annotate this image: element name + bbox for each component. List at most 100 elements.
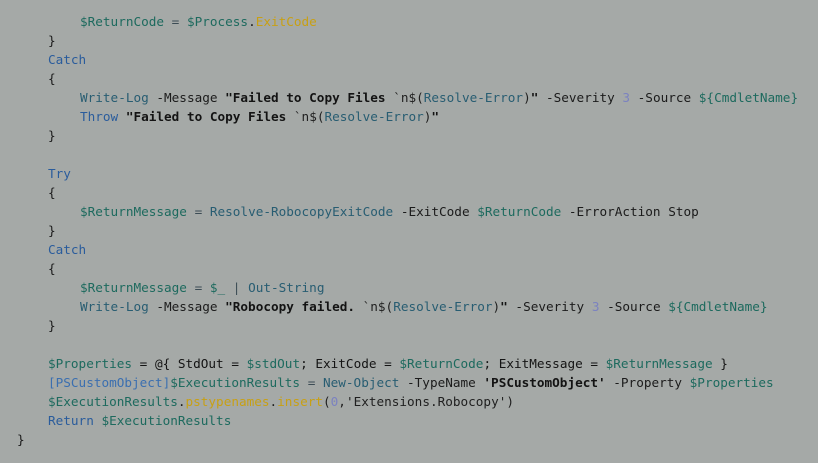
- code-line[interactable]: {: [48, 69, 56, 88]
- code-token-brace: }: [17, 432, 25, 447]
- code-token-cmd: Out-String: [248, 280, 325, 295]
- code-token-punc: ,: [338, 394, 346, 409]
- code-token-param: -TypeName: [399, 375, 484, 390]
- code-token-str: ": [500, 299, 508, 314]
- code-token-strl: `n: [293, 109, 310, 124]
- code-token-param: -ExitCode: [393, 204, 478, 219]
- code-token-cmd: Write-Log: [80, 299, 149, 314]
- code-token-strl: `n: [362, 299, 378, 314]
- code-token-kw: Catch: [48, 242, 87, 257]
- code-token-param: -Message: [148, 90, 226, 105]
- code-token-num: 3: [622, 90, 631, 105]
- code-line[interactable]: }: [48, 126, 56, 145]
- code-token-cmd: New-Object: [323, 375, 400, 390]
- code-token-param: -Severity: [507, 299, 592, 314]
- code-token-cmd: Write-Log: [80, 90, 149, 105]
- code-token-punc: $(: [377, 299, 394, 314]
- code-token-punc: ): [523, 90, 531, 105]
- code-token-var: }: [790, 90, 799, 105]
- code-token-var: $ReturnMessage: [605, 356, 713, 371]
- code-token-prop: pstypenames: [185, 394, 270, 409]
- code-token-cmd: Resolve-RobocopyExitCode: [209, 204, 394, 219]
- code-line[interactable]: }: [48, 316, 56, 335]
- code-line[interactable]: {: [48, 259, 56, 278]
- code-token-punc: ): [506, 394, 514, 409]
- code-token-strl: `n: [393, 90, 409, 105]
- code-line[interactable]: $Properties = @{ StdOut = $stdOut; ExitC…: [48, 354, 728, 373]
- code-token-str: "Failed to Copy Files: [125, 109, 294, 124]
- code-line[interactable]: $ExecutionResults.pstypenames.insert(0,'…: [48, 392, 514, 411]
- code-token-kw: Catch: [48, 52, 87, 67]
- code-token-var: CmdletName: [714, 90, 791, 105]
- code-token-kw: Throw: [80, 109, 119, 124]
- code-line[interactable]: [PSCustomObject]$ExecutionResults = New-…: [48, 373, 774, 392]
- code-line[interactable]: }: [17, 430, 25, 449]
- code-token-kw: Try: [48, 166, 71, 181]
- code-token-var: ${: [668, 299, 684, 314]
- code-token-var: $ReturnCode: [399, 356, 484, 371]
- code-token-var: $ReturnMessage: [80, 280, 187, 295]
- code-line[interactable]: $ReturnMessage = Resolve-RobocopyExitCod…: [80, 202, 699, 221]
- code-token-brace: }: [48, 128, 56, 143]
- code-token-var: $ReturnMessage: [80, 204, 187, 219]
- code-token-brace: }: [48, 223, 56, 238]
- code-line[interactable]: Catch: [48, 50, 86, 69]
- code-line[interactable]: $ReturnMessage = $_ | Out-String: [80, 278, 324, 297]
- code-token-brace: {: [48, 261, 56, 276]
- code-token-str: 'PSCustomObject': [483, 375, 606, 390]
- code-token-op: =: [300, 375, 323, 390]
- code-token-brace: }: [48, 318, 56, 333]
- code-token-punc: $(: [408, 90, 424, 105]
- code-token-plain: = @{ StdOut =: [132, 356, 247, 371]
- code-token-str: "Failed to Copy Files: [225, 90, 394, 105]
- code-token-var: $Process: [186, 14, 249, 29]
- code-token-var: $Properties: [689, 375, 774, 390]
- code-token-param: -Source: [599, 299, 669, 314]
- code-line[interactable]: Return $ExecutionResults: [48, 411, 231, 430]
- code-token-var: ${: [698, 90, 715, 105]
- code-token-cmd: Resolve-Error: [324, 109, 424, 124]
- code-token-plain: ; ExitCode =: [300, 356, 400, 371]
- code-token-param: -Source: [630, 90, 699, 105]
- code-token-cmd: Resolve-Error: [393, 299, 493, 314]
- code-line[interactable]: Write-Log -Message "Failed to Copy Files…: [80, 88, 798, 107]
- code-token-var: $ReturnCode: [477, 204, 562, 219]
- code-token-cmd: Resolve-Error: [423, 90, 524, 105]
- code-token-var: $ExecutionResults: [170, 375, 301, 390]
- code-token-var: CmdletName: [683, 299, 760, 314]
- code-token-plain: }: [712, 356, 728, 371]
- code-token-var: $Properties: [48, 356, 133, 371]
- code-token-var: $ExecutionResults: [101, 413, 232, 428]
- code-line[interactable]: {: [48, 183, 56, 202]
- code-token-var: $_: [209, 280, 226, 295]
- code-token-punc: .: [177, 394, 186, 409]
- code-token-op: |: [225, 280, 249, 295]
- code-line[interactable]: Write-Log -Message "Robocopy failed. `n$…: [80, 297, 768, 316]
- code-token-param: -Property: [605, 375, 690, 390]
- code-token-prop: insert: [277, 394, 324, 409]
- code-token-brace: {: [48, 185, 56, 200]
- code-token-var: }: [759, 299, 768, 314]
- code-token-punc: (: [323, 394, 331, 409]
- code-token-var: $ExecutionResults: [48, 394, 178, 409]
- code-token-var: $ReturnCode: [80, 14, 165, 29]
- code-token-punc: .: [248, 14, 256, 29]
- code-line[interactable]: $ReturnCode = $Process.ExitCode: [80, 12, 317, 31]
- code-token-brace: {: [48, 71, 56, 86]
- code-line[interactable]: Throw "Failed to Copy Files `n$(Resolve-…: [80, 107, 439, 126]
- code-line[interactable]: Try: [48, 164, 71, 183]
- code-token-plain: ; ExitMessage =: [483, 356, 606, 371]
- code-token-str: ": [431, 109, 440, 124]
- code-line[interactable]: Catch: [48, 240, 86, 259]
- code-token-op: =: [186, 204, 210, 219]
- code-token-param: -ErrorAction Stop: [561, 204, 699, 219]
- code-token-type: [PSCustomObject]: [48, 375, 171, 390]
- code-token-param: -Message: [148, 299, 226, 314]
- code-token-punc: $(: [309, 109, 325, 124]
- code-token-op: =: [164, 14, 187, 29]
- code-line[interactable]: }: [48, 221, 56, 240]
- code-editor[interactable]: $ReturnCode = $Process.ExitCode} Catch { Wr…: [0, 0, 818, 463]
- code-token-kw: Return: [48, 413, 94, 428]
- code-line[interactable]: }: [48, 31, 56, 50]
